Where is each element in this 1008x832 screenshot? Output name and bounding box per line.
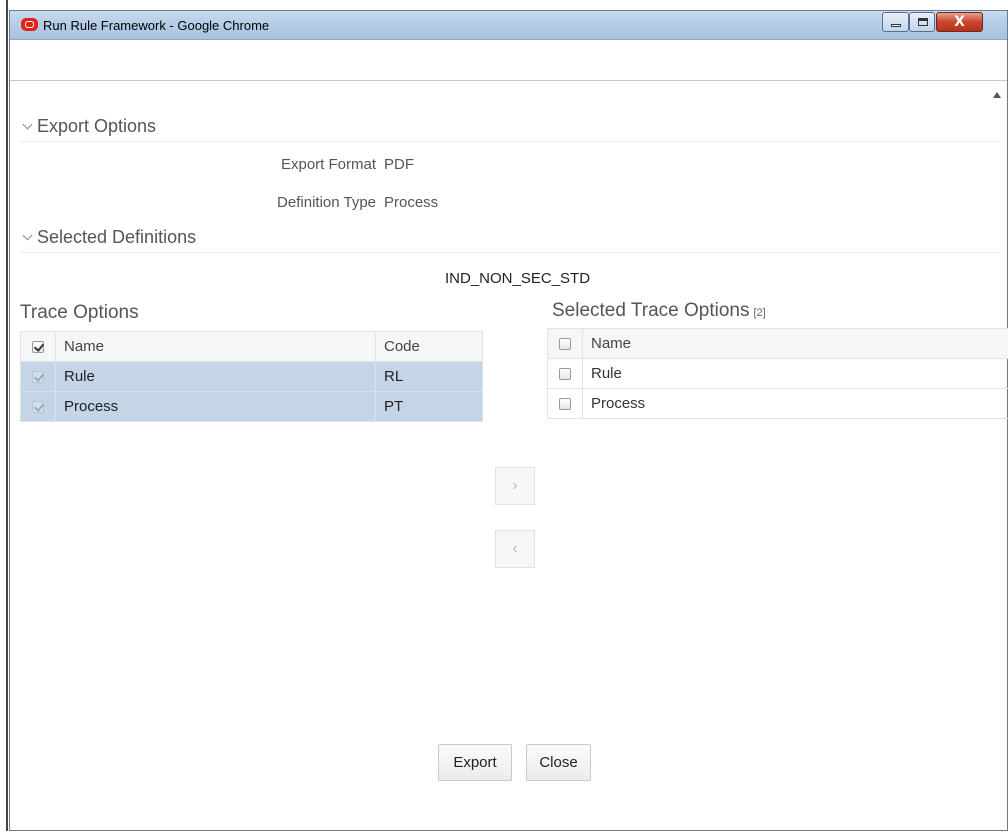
table-header-row: Name [548,329,1008,359]
select-all-cell[interactable] [548,329,583,359]
selected-definitions-title: Selected Definitions [37,227,196,247]
row-checkbox-cell[interactable] [21,392,56,422]
minimize-button[interactable] [882,12,909,32]
table-header-row: Name Code [21,332,483,362]
export-format-label: Export Format [176,156,376,173]
export-options-title: Export Options [37,116,156,136]
row-code: PT [376,392,483,422]
row-checkbox[interactable] [559,398,571,410]
oracle-app-icon [21,18,38,31]
trace-options-title: Trace Options [20,302,139,324]
selected-count-badge: [2] [754,307,766,319]
row-checkbox[interactable] [32,371,44,383]
selected-trace-options-label: Selected Trace Options [552,300,750,321]
select-all-checkbox[interactable] [32,341,44,353]
move-right-button[interactable]: › [495,467,535,505]
definition-type-value: Process [384,194,438,211]
selected-trace-options-table: Name Rule Process [547,328,1008,419]
row-checkbox-cell[interactable] [548,359,583,389]
row-checkbox-cell[interactable] [21,362,56,392]
table-row[interactable]: Process [548,389,1008,419]
row-name: Rule [56,362,376,392]
browser-window: Run Rule Framework - Google Chrome X Exp… [9,10,1008,831]
address-bar [10,40,1007,81]
title-bar[interactable]: Run Rule Framework - Google Chrome X [10,11,1007,40]
maximize-icon [918,18,928,26]
selected-definition-item: IND_NON_SEC_STD [445,270,590,287]
definition-type-label: Definition Type [176,194,376,211]
select-all-cell[interactable] [21,332,56,362]
row-name: Rule [583,359,1008,389]
select-all-checkbox[interactable] [559,338,571,350]
column-header-name[interactable]: Name [583,329,1008,359]
row-checkbox-cell[interactable] [548,389,583,419]
column-header-code[interactable]: Code [376,332,483,362]
close-window-button[interactable]: X [936,12,983,32]
row-name: Process [583,389,1008,419]
minimize-icon [891,24,901,27]
row-checkbox[interactable] [559,368,571,380]
selected-definitions-header[interactable]: Selected Definitions [20,227,1000,253]
page-content: Export Options Export Format PDF Definit… [10,82,1007,832]
screen-edge-left [0,0,9,831]
chevron-down-icon [23,120,33,130]
row-checkbox[interactable] [32,401,44,413]
screen-edge-top [0,0,1008,10]
table-row[interactable]: Rule [548,359,1008,389]
window-title: Run Rule Framework - Google Chrome [43,18,269,33]
export-format-value: PDF [384,156,414,173]
scroll-up-icon[interactable] [993,92,1001,98]
table-row[interactable]: Rule RL [21,362,483,392]
row-name: Process [56,392,376,422]
selected-trace-options-title: Selected Trace Options [2] [552,300,766,322]
chevron-down-icon [23,231,33,241]
table-row[interactable]: Process PT [21,392,483,422]
close-button[interactable]: Close [526,744,591,781]
move-left-button[interactable]: ‹ [495,530,535,568]
column-header-name[interactable]: Name [56,332,376,362]
maximize-button[interactable] [909,12,935,32]
export-button[interactable]: Export [438,744,512,781]
trace-options-table: Name Code Rule RL Process PT [20,331,483,422]
export-options-header[interactable]: Export Options [20,116,1000,142]
row-code: RL [376,362,483,392]
